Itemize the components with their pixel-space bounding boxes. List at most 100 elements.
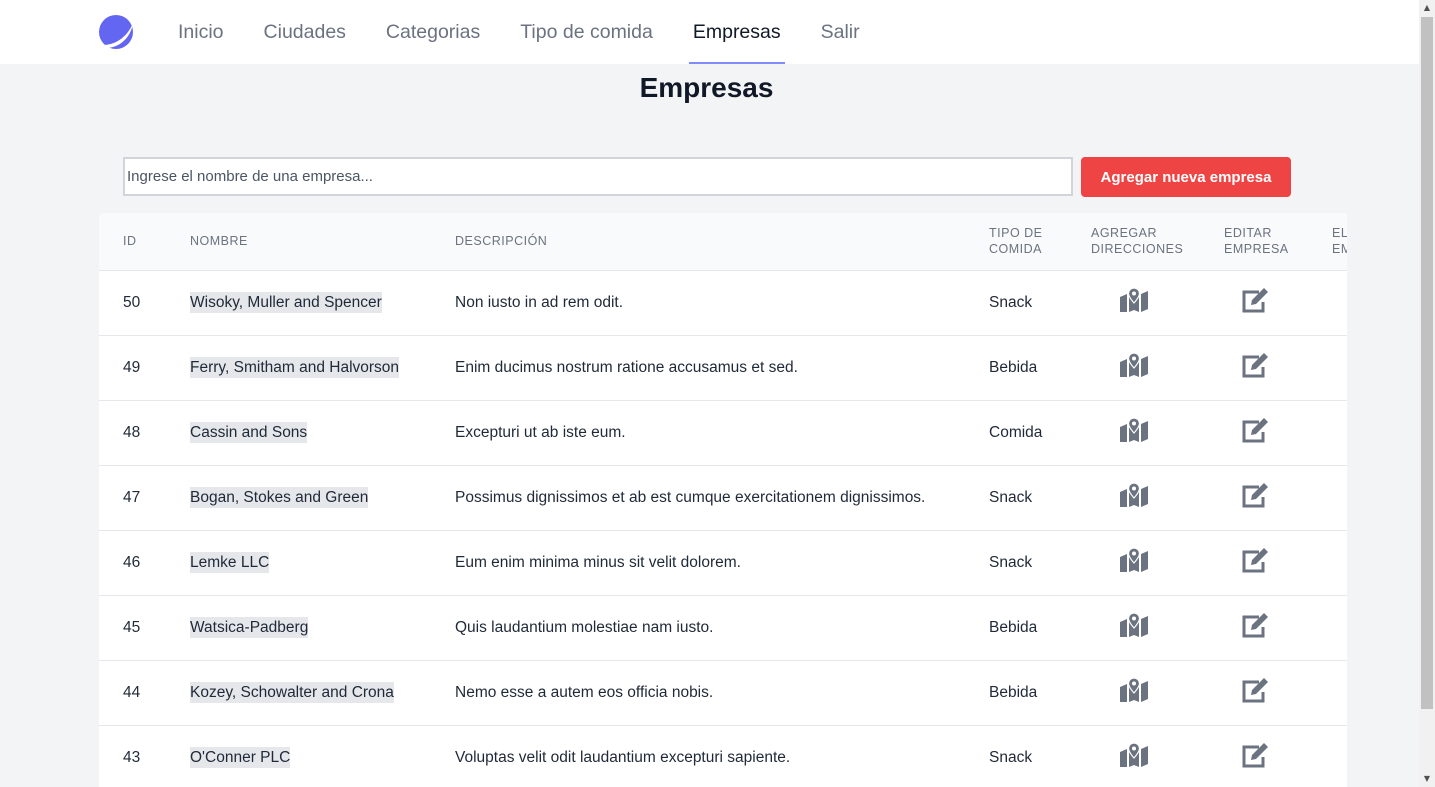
- row-descripcion: Nemo esse a autem eos officia nobis.: [455, 683, 714, 701]
- row-tipo: Bebida: [989, 618, 1038, 636]
- nav-item-empresas[interactable]: Empresas: [688, 0, 785, 64]
- row-nombre: Watsica-Padberg: [190, 616, 309, 638]
- edit-icon[interactable]: [1240, 612, 1270, 638]
- page-title: Empresas: [639, 72, 774, 103]
- nav-item-inicio[interactable]: Inicio: [178, 0, 224, 64]
- row-tipo: Comida: [989, 423, 1043, 441]
- row-edit-cell: [1224, 725, 1332, 787]
- edit-icon[interactable]: [1240, 677, 1270, 703]
- header-del-line2: EM: [1332, 242, 1347, 257]
- nav-item-ciudades[interactable]: Ciudades: [264, 0, 346, 64]
- edit-icon[interactable]: [1240, 287, 1270, 313]
- table-header-row: ID NOMBRE DESCRIPCIÓN TIPO DE COMIDA AGR…: [99, 213, 1347, 270]
- row-edit-cell: [1224, 270, 1332, 335]
- row-id: 44: [123, 683, 141, 701]
- row-descripcion: Voluptas velit odit laudantium excepturi…: [455, 748, 791, 766]
- edit-icon[interactable]: [1240, 547, 1270, 573]
- edit-icon[interactable]: [1240, 742, 1270, 768]
- row-nombre-cell: Wisoky, Muller and Spencer: [190, 270, 455, 335]
- row-delete-cell: [1332, 595, 1347, 660]
- table-row: 46 Lemke LLC Eum enim minima minus sit vel…: [99, 530, 1347, 595]
- navbar: Inicio Ciudades Categorias Tipo de comida Em…: [0, 0, 1419, 64]
- row-edit-cell: [1224, 335, 1332, 400]
- map-marker-icon[interactable]: [1119, 482, 1149, 508]
- map-marker-icon[interactable]: [1119, 352, 1149, 378]
- row-descripcion: Possimus dignissimos et ab est cumque ex…: [455, 488, 926, 506]
- nav-item-tipo-de-comida[interactable]: Tipo de comida: [520, 0, 653, 64]
- table-row: 49 Ferry, Smitham and Halvorson Enim ducim…: [99, 335, 1347, 400]
- row-add-address-cell: [1091, 725, 1224, 787]
- table-row: 44 Kozey, Schowalter and Crona Nemo esse a…: [99, 660, 1347, 725]
- row-nombre-cell: Cassin and Sons: [190, 400, 455, 465]
- edit-icon[interactable]: [1240, 417, 1270, 443]
- add-company-button[interactable]: Agregar nueva empresa: [1081, 157, 1291, 197]
- row-id: 47: [123, 488, 141, 506]
- edit-icon[interactable]: [1240, 352, 1270, 378]
- row-tipo: Snack: [989, 553, 1033, 571]
- row-nombre-cell: Watsica-Padberg: [190, 595, 455, 660]
- map-marker-icon[interactable]: [1119, 742, 1149, 768]
- search-input[interactable]: [123, 157, 1073, 196]
- row-edit-cell: [1224, 660, 1332, 725]
- scroll-thumb[interactable]: [1421, 17, 1433, 709]
- table-row: 47 Bogan, Stokes and Green Possimus dignis…: [99, 465, 1347, 530]
- scroll-up-arrow-icon[interactable]: ▲: [1419, 0, 1435, 16]
- header-dir-line2: DIRECCIONES: [1091, 242, 1184, 257]
- row-nombre-cell: Lemke LLC: [190, 530, 455, 595]
- row-delete-cell: [1332, 400, 1347, 465]
- scroll-down-arrow-icon[interactable]: ▼: [1419, 771, 1435, 787]
- table-row: 43 O'Conner PLC Voluptas velit odit laudan…: [99, 725, 1347, 787]
- header-id: ID: [123, 234, 137, 249]
- logo-icon[interactable]: [98, 14, 136, 50]
- row-id: 45: [123, 618, 141, 636]
- row-nombre: O'Conner PLC: [190, 746, 291, 768]
- page-scrollbar[interactable]: ▲ ▼: [1419, 0, 1435, 787]
- row-descripcion: Enim ducimus nostrum ratione accusamus e…: [455, 358, 798, 376]
- row-nombre: Kozey, Schowalter and Crona: [190, 681, 394, 703]
- row-delete-cell: [1332, 660, 1347, 725]
- row-edit-cell: [1224, 400, 1332, 465]
- edit-icon[interactable]: [1240, 482, 1270, 508]
- header-tipo-line2: COMIDA: [989, 242, 1042, 257]
- row-nombre: Ferry, Smitham and Halvorson: [190, 356, 400, 378]
- row-add-address-cell: [1091, 400, 1224, 465]
- row-add-address-cell: [1091, 465, 1224, 530]
- row-tipo: Snack: [989, 293, 1033, 311]
- row-id: 46: [123, 553, 141, 571]
- companies-table: ID NOMBRE DESCRIPCIÓN TIPO DE COMIDA AGR…: [99, 213, 1347, 787]
- map-marker-icon[interactable]: [1119, 287, 1149, 313]
- header-descripcion: DESCRIPCIÓN: [455, 234, 548, 249]
- row-add-address-cell: [1091, 660, 1224, 725]
- header-edit-line2: EMPRESA: [1224, 242, 1289, 257]
- nav-item-categorias[interactable]: Categorias: [386, 0, 480, 64]
- row-add-address-cell: [1091, 270, 1224, 335]
- row-tipo: Bebida: [989, 358, 1038, 376]
- row-delete-cell: [1332, 465, 1347, 530]
- map-marker-icon[interactable]: [1119, 677, 1149, 703]
- nav-links: Inicio Ciudades Categorias Tipo de comida Em…: [178, 0, 900, 64]
- table-row: 45 Watsica-Padberg Quis laudantium molesti…: [99, 595, 1347, 660]
- table-body: 50 Wisoky, Muller and Spencer Non iusto in…: [99, 270, 1347, 787]
- row-delete-cell: [1332, 335, 1347, 400]
- table-row: 50 Wisoky, Muller and Spencer Non iusto in…: [99, 270, 1347, 335]
- row-add-address-cell: [1091, 530, 1224, 595]
- row-nombre: Cassin and Sons: [190, 421, 308, 443]
- header-del-line1: EL: [1332, 226, 1347, 241]
- header-tipo-line1: TIPO DE: [989, 226, 1043, 241]
- nav-item-salir[interactable]: Salir: [821, 0, 860, 64]
- row-tipo: Snack: [989, 748, 1033, 766]
- header-dir-line1: AGREGAR: [1091, 226, 1158, 241]
- row-tipo: Snack: [989, 488, 1033, 506]
- row-nombre: Bogan, Stokes and Green: [190, 486, 369, 508]
- row-descripcion: Eum enim minima minus sit velit dolorem.: [455, 553, 741, 571]
- row-descripcion: Excepturi ut ab iste eum.: [455, 423, 626, 441]
- map-marker-icon[interactable]: [1119, 547, 1149, 573]
- row-edit-cell: [1224, 465, 1332, 530]
- row-nombre: Wisoky, Muller and Spencer: [190, 291, 382, 313]
- header-agregar-direcciones: AGREGAR DIRECCIONES: [1091, 213, 1224, 270]
- map-marker-icon[interactable]: [1119, 612, 1149, 638]
- map-marker-icon[interactable]: [1119, 417, 1149, 443]
- row-nombre: Lemke LLC: [190, 551, 270, 573]
- row-add-address-cell: [1091, 595, 1224, 660]
- row-delete-cell: [1332, 530, 1347, 595]
